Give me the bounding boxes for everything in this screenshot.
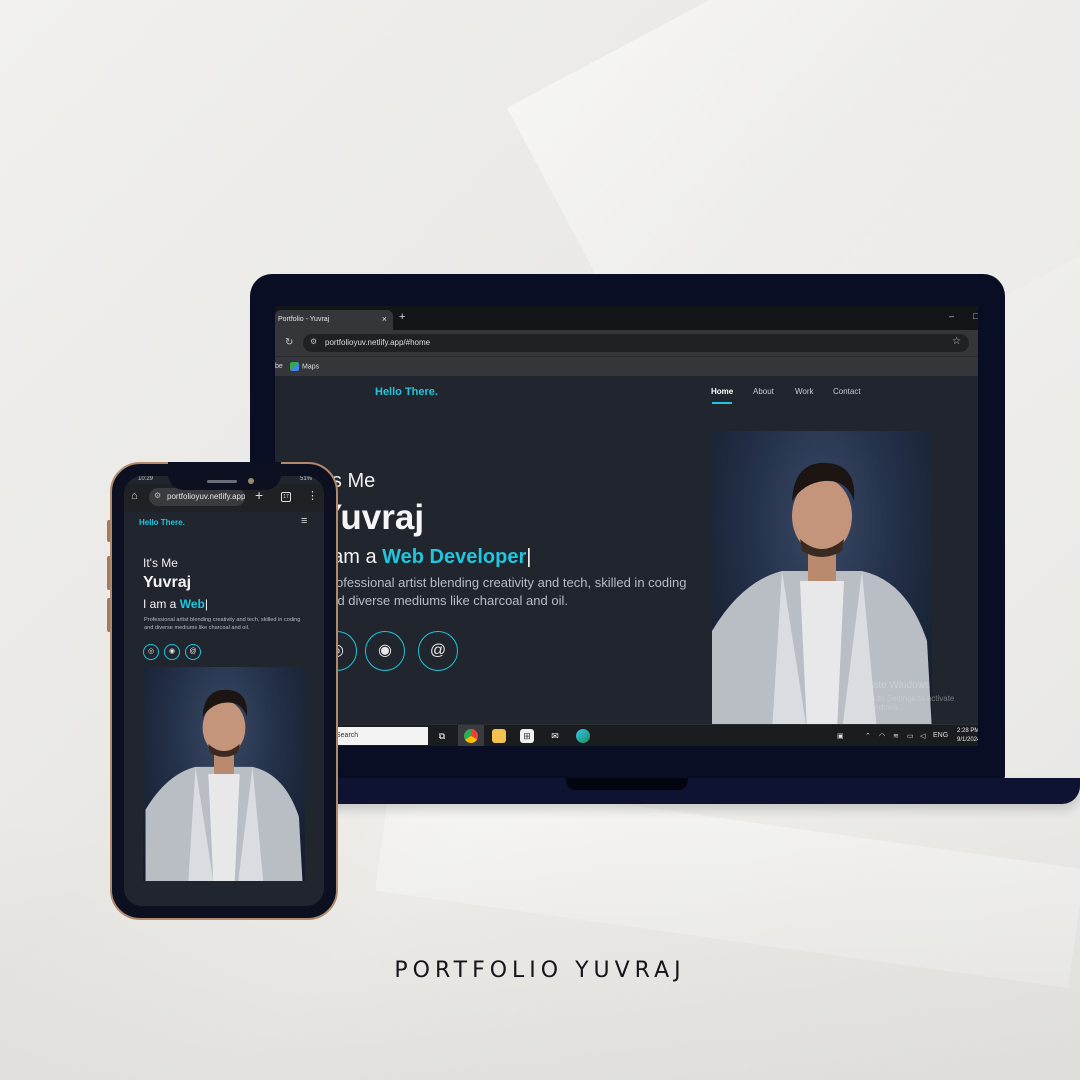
bookmarks-bar: be Maps — [275, 356, 978, 376]
phone-url-text: portfolioyuv.netlify.app — [167, 492, 245, 501]
github-icon[interactable]: ◉ — [365, 631, 405, 671]
battery-icon[interactable]: ▭ — [907, 732, 914, 740]
nav-contact[interactable]: Contact — [833, 387, 861, 396]
phone-speaker — [207, 480, 237, 483]
clock-date: 9/1/2024 — [957, 737, 978, 743]
phone-hero-description: Professional artist blending creativity … — [144, 617, 301, 631]
bookmark-maps-label: Maps — [302, 363, 320, 371]
reload-icon[interactable]: ↻ — [285, 337, 293, 348]
widgets-icon[interactable]: ▣ — [837, 732, 844, 740]
hamburger-menu-icon[interactable]: ≡ — [301, 515, 307, 527]
phone-screen: 10:29 51% ⌂ ⚙ portfolioyuv.netlify.app +… — [124, 476, 324, 906]
home-icon[interactable]: ⌂ — [131, 490, 138, 502]
role-accent: Web Developer — [382, 546, 527, 568]
threads-icon[interactable]: @ — [185, 644, 201, 660]
phone-profile-photo — [143, 667, 305, 881]
phone-website-viewport: Hello There. ≡ It's Me Yuvraj I am a Web… — [124, 512, 324, 906]
nav-active-indicator — [712, 402, 732, 404]
site-logo[interactable]: Hello There. — [375, 386, 438, 398]
nav-home[interactable]: Home — [711, 387, 733, 396]
phone-hero-role: I am a Web| — [143, 597, 208, 611]
chrome-icon[interactable] — [464, 729, 478, 743]
tab-title: Portfolio - Yuvraj — [278, 316, 330, 323]
phone-typing-cursor: | — [204, 597, 208, 611]
phone-notch — [168, 462, 281, 490]
threads-icon[interactable]: @ — [418, 631, 458, 671]
phone-hero-name: Yuvraj — [143, 574, 192, 591]
maps-icon — [290, 362, 299, 371]
bookmark-star-icon[interactable]: ☆ — [952, 336, 961, 347]
bookmark-item[interactable]: be — [275, 363, 283, 370]
instagram-icon[interactable]: ◎ — [143, 644, 159, 660]
store-icon[interactable]: ⊞ — [520, 729, 534, 743]
wifi-icon[interactable]: ≋ — [893, 732, 899, 740]
edge-icon[interactable] — [576, 729, 590, 743]
language-indicator[interactable]: ENG — [933, 732, 948, 739]
nav-work[interactable]: Work — [795, 387, 814, 396]
close-tab-icon[interactable]: × — [382, 314, 387, 324]
phone-menu-icon[interactable]: ⋮ — [307, 489, 318, 502]
website-viewport: Hello There. Home About Work Contact It'… — [275, 376, 978, 731]
hero-role: I am a Web Developer| — [321, 546, 531, 569]
taskbar-search-label: Search — [336, 732, 359, 739]
task-view-icon[interactable]: ⧉ — [435, 729, 449, 743]
phone-tab-switcher[interactable]: 17 — [281, 492, 291, 502]
phone-address-bar[interactable]: ⚙ portfolioyuv.netlify.app — [149, 488, 245, 506]
caption-title: PORTFOLIO YUVRAJ — [394, 958, 686, 983]
activate-windows-watermark: Activate Windows — [851, 680, 930, 691]
browser-tab-bar: Portfolio - Yuvraj × + – □ — [275, 306, 978, 330]
maximize-button[interactable]: □ — [973, 311, 978, 321]
laptop-screen: Portfolio - Yuvraj × + – □ ↻ ⚙ portfolio… — [275, 306, 978, 746]
phone-hero-intro: It's Me — [143, 556, 178, 570]
taskbar-search[interactable]: Search — [330, 727, 428, 745]
github-icon[interactable]: ◉ — [164, 644, 180, 660]
address-row: ↻ ⚙ portfolioyuv.netlify.app/#home ☆ — [275, 330, 978, 356]
phone-status-time: 10:29 — [138, 476, 154, 482]
activate-windows-hint: Go to Settings to activate Windows. — [865, 694, 955, 712]
address-bar[interactable]: ⚙ portfolioyuv.netlify.app/#home ☆ — [303, 334, 969, 352]
windows-taskbar: Search ⧉ ⊞ ✉ ▣ ⌃ ◠ ≋ ▭ ◁ ENG 2:28 PM 9/1/… — [275, 724, 978, 746]
volume-icon[interactable]: ◁ — [920, 732, 925, 740]
site-settings-icon[interactable]: ⚙ — [154, 491, 161, 500]
phone-camera — [248, 478, 254, 484]
file-explorer-icon[interactable] — [492, 729, 506, 743]
bookmark-maps[interactable]: Maps — [290, 362, 319, 371]
clock-time: 2:28 PM — [957, 728, 978, 734]
minimize-button[interactable]: – — [949, 311, 954, 321]
phone-role-accent: Web — [179, 597, 205, 611]
network-icon[interactable]: ◠ — [879, 732, 885, 740]
phone-battery-status: 51% — [299, 476, 312, 482]
laptop-notch — [566, 778, 688, 790]
taskbar-clock[interactable]: 2:28 PM 9/1/2024 — [957, 727, 978, 745]
typing-cursor: | — [526, 546, 532, 568]
new-tab-button[interactable]: + — [399, 311, 405, 323]
url-text: portfolioyuv.netlify.app/#home — [325, 338, 431, 347]
nav-about[interactable]: About — [753, 387, 774, 396]
browser-tab[interactable]: Portfolio - Yuvraj × — [275, 310, 393, 330]
mail-icon[interactable]: ✉ — [548, 729, 562, 743]
tray-chevron-icon[interactable]: ⌃ — [865, 732, 871, 740]
phone-site-logo[interactable]: Hello There. — [139, 518, 185, 527]
hero-description: Professional artist blending creativity … — [323, 575, 687, 608]
site-settings-icon[interactable]: ⚙ — [310, 337, 317, 346]
phone-role-prefix: I am a — [143, 597, 180, 611]
